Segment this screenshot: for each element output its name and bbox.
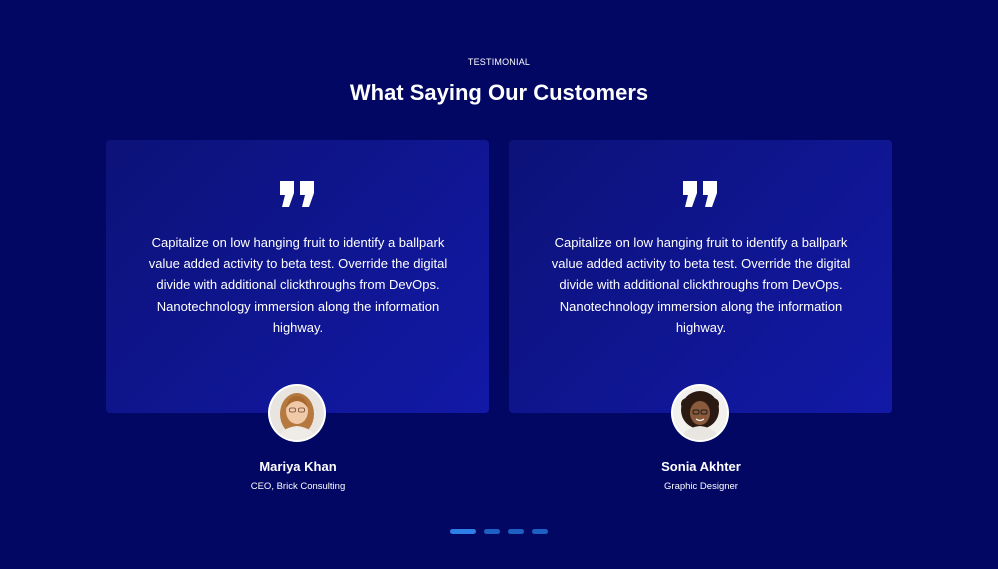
testimonial-author-name: Sonia Akhter xyxy=(661,459,741,474)
quote-icon xyxy=(280,181,314,207)
avatar-photo xyxy=(270,386,324,440)
avatar-photo xyxy=(673,386,727,440)
testimonial-quote: Capitalize on low hanging fruit to ident… xyxy=(551,235,851,335)
avatar xyxy=(671,384,729,442)
section-title: What Saying Our Customers xyxy=(349,80,649,105)
pagination-dot-4[interactable] xyxy=(532,529,548,534)
quote-icon xyxy=(683,181,717,207)
pagination-dot-2[interactable] xyxy=(484,529,500,534)
pagination-dot-3[interactable] xyxy=(508,529,524,534)
pagination-dot-1[interactable] xyxy=(450,529,476,534)
avatar xyxy=(268,384,326,442)
testimonial-author-role: CEO, Brick Consulting xyxy=(250,481,346,492)
testimonial-author-name: Mariya Khan xyxy=(259,459,337,474)
testimonial-author-role: Graphic Designer xyxy=(664,481,738,492)
testimonial-quote: Capitalize on low hanging fruit to ident… xyxy=(148,235,448,335)
carousel-pagination xyxy=(450,529,548,534)
section-eyebrow: TESTIMONIAL xyxy=(467,57,531,67)
